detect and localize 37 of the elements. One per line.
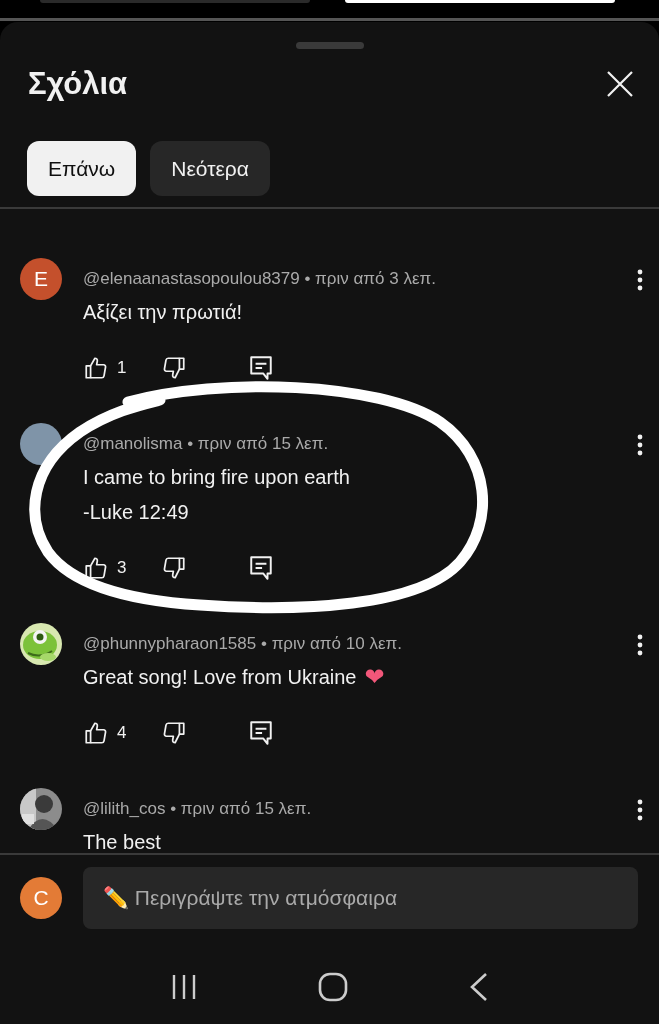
thumbs-up-icon[interactable] [83, 720, 109, 746]
avatar-letter: E [34, 267, 48, 291]
avatar[interactable]: E [20, 258, 62, 300]
comment-meta: @manolisma • πριν από 15 λεπ. [83, 433, 329, 455]
more-options-icon[interactable] [637, 798, 643, 821]
thumbs-up-icon[interactable] [83, 355, 109, 381]
like-count: 3 [117, 558, 128, 578]
drag-handle[interactable] [295, 42, 364, 49]
like-count: 1 [117, 358, 128, 378]
filter-chip[interactable]: Νεότερα [150, 141, 270, 196]
reply-icon[interactable] [249, 555, 273, 581]
comment-meta: @phunnypharaon1585 • πριν από 10 λεπ. [83, 633, 402, 655]
comment-meta: @lilith_cos • πριν από 15 λεπ. [83, 798, 312, 820]
like-count: 4 [117, 723, 128, 743]
reply-icon[interactable] [249, 355, 273, 381]
thumbs-down-icon[interactable] [161, 355, 187, 381]
home-icon[interactable] [318, 972, 349, 1002]
comment-text: Αξίζει την πρωτιά! [83, 300, 244, 325]
more-options-icon[interactable] [637, 268, 643, 291]
comment-text: -Luke 12:49 [83, 500, 190, 525]
thumbs-down-icon[interactable] [161, 720, 187, 746]
close-icon[interactable] [607, 71, 633, 97]
comment-text: The best [83, 830, 162, 853]
comment-meta: @elenaanastasopoulou8379 • πριν από 3 λεπ. [83, 268, 436, 290]
comment-input-field[interactable]: ✏ Περιγράψτε την ατμόσφαιρα [83, 867, 638, 929]
reply-icon[interactable] [249, 720, 273, 746]
thumbs-up-icon[interactable] [83, 555, 109, 581]
comment-text: Great song! Love from Ukraine [83, 665, 357, 690]
filter-chip[interactable]: Επάνω [27, 141, 137, 196]
more-options-icon[interactable] [637, 633, 643, 656]
more-options-icon[interactable] [637, 433, 643, 456]
avatar-letter: C [33, 886, 49, 910]
thumbs-down-icon[interactable] [161, 555, 187, 581]
sheet-title: Σχόλια [28, 66, 128, 102]
comment-text: I came to bring fire upon earth [83, 465, 351, 490]
heart-emoji: ❤ [364, 662, 385, 693]
back-icon[interactable] [468, 972, 489, 1002]
